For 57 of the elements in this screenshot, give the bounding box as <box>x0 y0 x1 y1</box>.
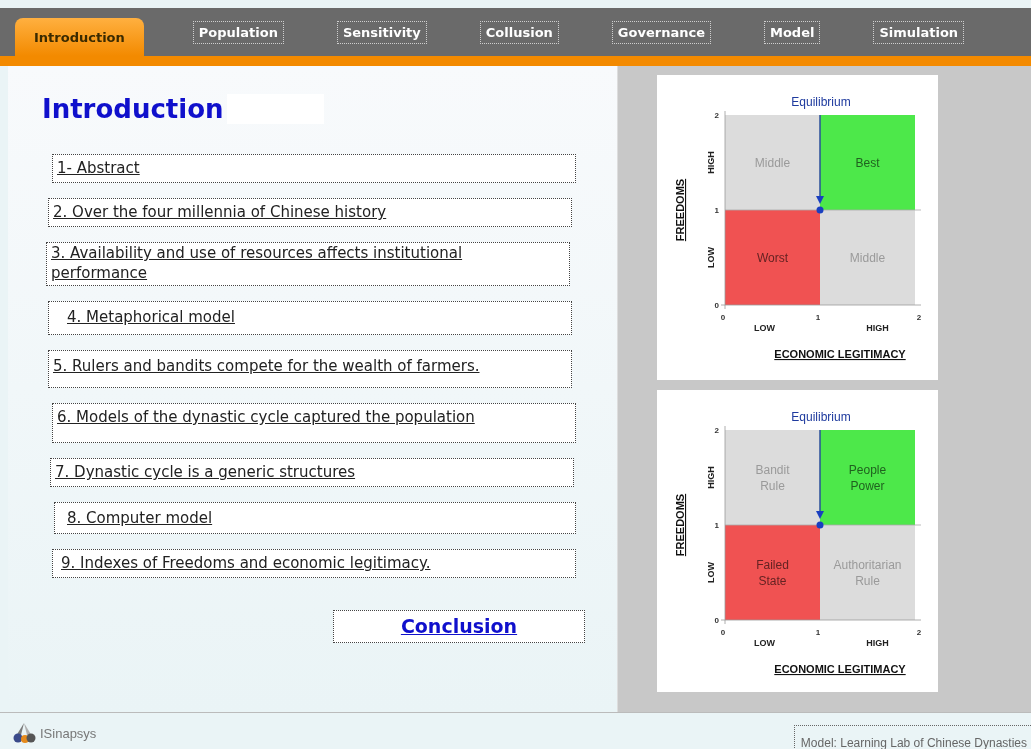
quadrant-label: People Power <box>848 462 886 493</box>
logo-icon <box>12 722 36 744</box>
tick-label: 1 <box>714 206 719 215</box>
topic-link[interactable]: 1- Abstract <box>57 159 140 177</box>
model-label: Model: Learning Lab of Chinese Dynasties <box>793 725 1031 749</box>
axis-band-label: HIGH <box>705 466 716 489</box>
tick-label: 0 <box>720 628 725 637</box>
nav-tab[interactable]: Simulation <box>873 21 965 44</box>
axis-band-label: LOW <box>705 247 716 268</box>
tick-label: 2 <box>714 111 719 120</box>
topic-link[interactable]: 5. Rulers and bandits compete for the wealth of farmers. <box>53 357 480 375</box>
axis-band-label: HIGH <box>865 323 889 333</box>
topic-link[interactable]: 7. Dynastic cycle is a generic structures <box>55 463 356 481</box>
axis-band-label: LOW <box>705 562 716 583</box>
topic-link[interactable]: 4. Metaphorical model <box>67 308 235 326</box>
tick-label: 1 <box>815 628 820 637</box>
equilibrium-dot <box>816 521 823 529</box>
nav-tab[interactable]: Introduction <box>15 18 144 56</box>
y-axis-title: FREEDOMS <box>673 493 686 557</box>
quadrant-label: Bandit Rule <box>755 462 789 493</box>
x-axis-title: ECONOMIC LEGITIMACY <box>773 348 906 360</box>
quadrant-label: Failed State <box>755 557 789 588</box>
axis-band-label: LOW <box>753 638 775 648</box>
nav-tab[interactable]: Collusion <box>479 21 559 44</box>
logo-text: ISinapsys <box>40 725 97 741</box>
tick-label: 2 <box>916 628 921 637</box>
x-axis-title: ECONOMIC LEGITIMACY <box>773 663 906 675</box>
conclusion-link[interactable]: Conclusion <box>333 610 585 643</box>
quadrant-label: Middle <box>849 250 885 265</box>
quadrant-label: Authoritarian Rule <box>833 557 901 588</box>
quadrant-label: Best <box>855 155 879 170</box>
quadrant-label: Middle <box>754 155 790 170</box>
tick-label: 1 <box>714 521 719 530</box>
axis-band-label: HIGH <box>705 151 716 174</box>
equilibrium-label: Equilibrium <box>790 410 851 424</box>
y-axis-title: FREEDOMS <box>673 178 686 242</box>
topic-link[interactable]: 6. Models of the dynastic cycle captured the population <box>57 408 475 426</box>
page-heading: Introduction <box>42 94 324 124</box>
nav-tab[interactable]: Model <box>763 21 821 44</box>
topic-link[interactable]: 9. Indexes of Freedoms and economic legitimacy. <box>61 554 431 572</box>
quadrant-label: Worst <box>756 250 788 265</box>
equilibrium-label: Equilibrium <box>790 95 851 109</box>
topic-link[interactable]: 8. Computer model <box>67 509 213 527</box>
tick-label: 1 <box>815 313 820 322</box>
nav-tab[interactable]: Sensitivity <box>336 21 427 44</box>
topic-link[interactable]: 3. Availability and use of resources affects institutional performance <box>51 243 529 283</box>
axis-band-label: LOW <box>753 323 775 333</box>
tick-label: 0 <box>714 301 719 310</box>
tick-label: 2 <box>714 426 719 435</box>
tick-label: 0 <box>720 313 725 322</box>
axis-band-label: HIGH <box>865 638 889 648</box>
nav-tab[interactable]: Governance <box>611 21 711 44</box>
tick-label: 0 <box>714 616 719 625</box>
nav-tab[interactable]: Population <box>192 21 284 44</box>
equilibrium-dot <box>816 206 823 214</box>
tick-label: 2 <box>916 313 921 322</box>
topic-link[interactable]: 2. Over the four millennia of Chinese history <box>53 203 387 221</box>
